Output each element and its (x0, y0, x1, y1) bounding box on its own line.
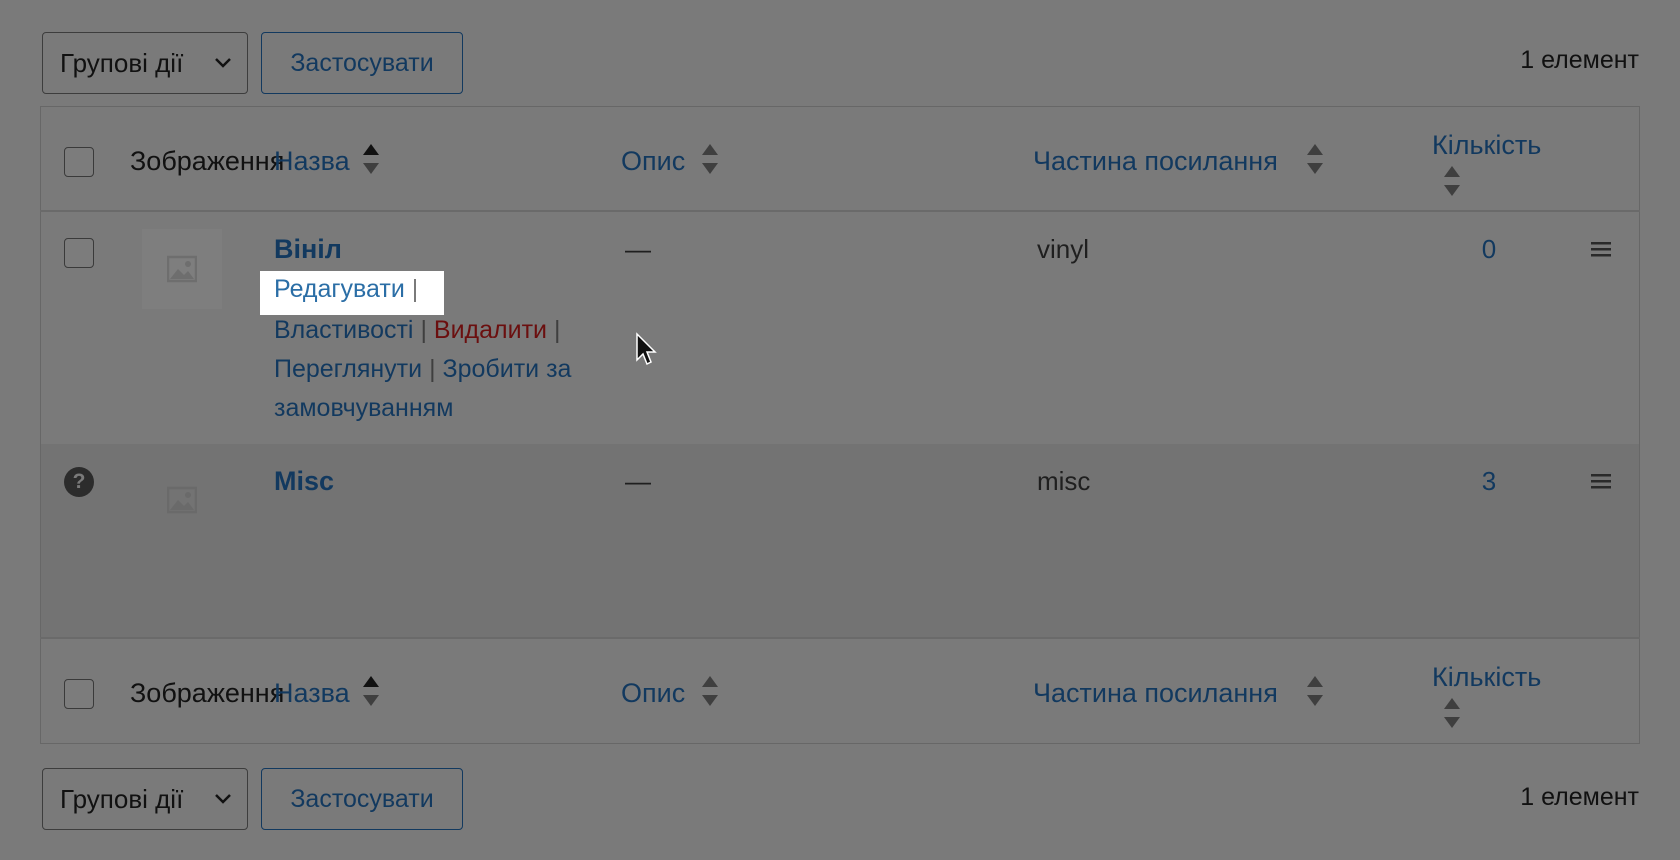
bulk-actions-label: Групові дії (60, 47, 184, 78)
edit-link[interactable]: Редагувати (274, 275, 405, 303)
image-placeholder-icon (167, 486, 197, 514)
column-footer-slug[interactable]: Частина посилання (1033, 678, 1278, 709)
term-name-link[interactable]: Misc (274, 466, 334, 497)
term-thumbnail (142, 460, 222, 540)
term-slug: misc (1037, 466, 1091, 496)
column-footer-image: Зображення (130, 678, 285, 708)
drag-handle-icon[interactable] (1591, 241, 1611, 257)
row-checkbox[interactable] (64, 238, 94, 268)
delete-link[interactable]: Видалити (434, 316, 547, 344)
sort-arrows-icon (1307, 144, 1323, 174)
sort-arrows-icon (702, 144, 718, 174)
column-header-image: Зображення (130, 146, 285, 176)
footer-divider (40, 637, 1640, 639)
sort-arrows-icon (1444, 698, 1460, 728)
column-header-name[interactable]: Назва (274, 146, 350, 177)
properties-link[interactable]: Властивості (274, 316, 414, 344)
bulk-actions-select-top[interactable]: Групові дії (42, 32, 248, 94)
term-slug: vinyl (1037, 234, 1090, 264)
term-count-link[interactable]: 0 (1469, 234, 1509, 265)
chevron-down-icon (215, 794, 231, 804)
term-thumbnail (142, 229, 222, 309)
term-count-link[interactable]: 3 (1469, 466, 1509, 497)
sort-arrows-icon (1307, 676, 1323, 706)
term-description: — (625, 466, 651, 496)
column-header-description[interactable]: Опис (621, 146, 685, 177)
drag-handle-icon[interactable] (1591, 473, 1611, 489)
sort-arrows-icon (363, 144, 379, 174)
column-footer-description[interactable]: Опис (621, 678, 685, 709)
view-link[interactable]: Переглянути (274, 355, 422, 383)
sort-arrows-icon (702, 676, 718, 706)
column-header-count[interactable]: Кількість (1432, 130, 1541, 161)
bulk-actions-select-bottom[interactable]: Групові дії (42, 768, 248, 830)
apply-button-top[interactable]: Застосувати (261, 32, 463, 94)
help-icon[interactable]: ? (64, 467, 94, 497)
items-count-bottom: 1 елемент (1520, 783, 1639, 811)
sort-arrows-icon (363, 676, 379, 706)
sort-arrows-icon (1444, 166, 1460, 196)
column-footer-count[interactable]: Кількість (1432, 662, 1541, 693)
select-all-checkbox[interactable] (64, 147, 94, 177)
bulk-actions-label: Групові дії (60, 783, 184, 814)
items-count-top: 1 елемент (1520, 46, 1639, 74)
chevron-down-icon (215, 58, 231, 68)
edit-link-wrapper: Редагувати | (274, 275, 419, 303)
image-placeholder-icon (167, 255, 197, 283)
term-description: — (625, 234, 651, 264)
select-all-checkbox-footer[interactable] (64, 679, 94, 709)
column-header-slug[interactable]: Частина посилання (1033, 146, 1278, 177)
header-divider (40, 210, 1640, 212)
mouse-cursor-icon (636, 332, 657, 366)
column-footer-name[interactable]: Назва (274, 678, 350, 709)
apply-button-bottom[interactable]: Застосувати (261, 768, 463, 830)
term-name-link[interactable]: Вініл (274, 234, 342, 265)
